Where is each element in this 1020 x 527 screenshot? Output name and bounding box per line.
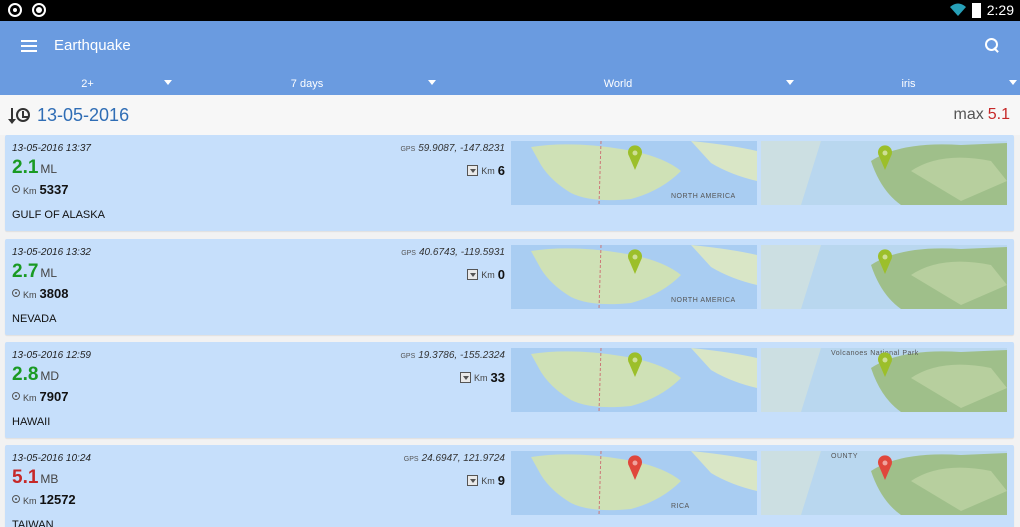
depth-icon [460, 372, 472, 383]
world-map[interactable] [511, 348, 757, 412]
chevron-down-icon [786, 80, 794, 85]
map-pin-icon [628, 249, 642, 274]
wifi-icon [949, 3, 966, 16]
map-pin-icon [878, 455, 892, 480]
date-header: 13-05-2016 max 5.1 [0, 95, 1020, 135]
depth-icon [467, 269, 479, 280]
app-title: Earthquake [54, 37, 131, 54]
world-map[interactable]: NORTH AMERICA [511, 245, 757, 309]
world-map[interactable]: NORTH AMERICA [511, 141, 757, 205]
quake-depth: Km 0 [467, 267, 505, 282]
filter-bar: 2+ 7 days World iris [0, 73, 1020, 95]
depth-icon [467, 475, 479, 486]
location-icon [12, 392, 20, 400]
quake-gps: GPS 24.6947, 121.9724 [403, 453, 505, 464]
location-icon [12, 495, 20, 503]
quake-distance: Km 12572 [12, 492, 76, 507]
quake-datetime: 13-05-2016 13:32 [12, 247, 91, 258]
magnitude-type: ML [40, 162, 58, 176]
quake-card[interactable]: 13-05-2016 13:32 GPS 40.6743, -119.5931 2… [5, 239, 1014, 335]
map-pin-icon [628, 352, 642, 377]
brightness-icon [8, 3, 22, 17]
location-target-icon [32, 3, 46, 17]
quake-datetime: 13-05-2016 13:37 [12, 143, 91, 154]
chevron-down-icon [164, 80, 172, 85]
quake-card[interactable]: 13-05-2016 10:24 GPS 24.6947, 121.9724 5.… [5, 445, 1014, 527]
quake-gps: GPS 19.3786, -155.2324 [400, 350, 505, 361]
search-icon[interactable] [985, 38, 999, 52]
detail-map[interactable] [761, 141, 1007, 205]
filter-region[interactable]: World [439, 73, 797, 95]
status-bar: 2:29 [0, 0, 1020, 21]
quake-region: HAWAII [12, 416, 51, 428]
clock-time: 2:29 [986, 2, 1014, 18]
quake-datetime: 13-05-2016 10:24 [12, 453, 91, 464]
date-title: 13-05-2016 [37, 105, 130, 125]
menu-icon[interactable] [21, 40, 37, 52]
magnitude-type: MD [40, 369, 60, 383]
quake-magnitude: 5.1 MB [12, 467, 59, 488]
quake-magnitude: 2.8 MD [12, 364, 60, 385]
quake-distance: Km 5337 [12, 182, 68, 197]
battery-icon [971, 2, 981, 18]
location-icon [12, 289, 20, 297]
map-pin-icon [628, 145, 642, 170]
quake-card[interactable]: 13-05-2016 12:59 GPS 19.3786, -155.2324 2… [5, 342, 1014, 438]
world-map[interactable]: RICA [511, 451, 757, 515]
map-pin-icon [878, 249, 892, 274]
max-magnitude: max 5.1 [953, 106, 1010, 123]
map-pin-icon [878, 145, 892, 170]
map-pin-icon [878, 352, 892, 377]
magnitude-type: ML [40, 266, 58, 280]
location-icon [12, 185, 20, 193]
filter-magnitude[interactable]: 2+ [0, 73, 175, 95]
quake-gps: GPS 40.6743, -119.5931 [401, 247, 505, 258]
quake-magnitude: 2.7 ML [12, 261, 58, 282]
quake-region: GULF OF ALASKA [12, 209, 105, 221]
sort-by-time-icon[interactable] [8, 108, 31, 124]
app-bar: Earthquake [0, 21, 1020, 73]
map-pin-icon [628, 455, 642, 480]
magnitude-type: MB [40, 472, 59, 486]
detail-map[interactable]: Volcanoes National Park [761, 348, 1007, 412]
chevron-down-icon [428, 80, 436, 85]
quake-datetime: 13-05-2016 12:59 [12, 350, 91, 361]
quake-region: TAIWAN [12, 519, 54, 527]
quake-distance: Km 7907 [12, 389, 68, 404]
quake-depth: Km 6 [467, 163, 505, 178]
filter-source[interactable]: iris [797, 73, 1020, 95]
quake-magnitude: 2.1 ML [12, 157, 58, 178]
depth-icon [467, 165, 479, 176]
filter-period[interactable]: 7 days [175, 73, 439, 95]
quake-region: NEVADA [12, 313, 57, 325]
chevron-down-icon [1009, 80, 1017, 85]
detail-map[interactable] [761, 245, 1007, 309]
quake-depth: Km 9 [467, 473, 505, 488]
quake-depth: Km 33 [460, 370, 505, 385]
quake-card[interactable]: 13-05-2016 13:37 GPS 59.9087, -147.8231 2… [5, 135, 1014, 231]
detail-map[interactable]: OUNTY [761, 451, 1007, 515]
quake-gps: GPS 59.9087, -147.8231 [400, 143, 505, 154]
quake-distance: Km 3808 [12, 286, 68, 301]
